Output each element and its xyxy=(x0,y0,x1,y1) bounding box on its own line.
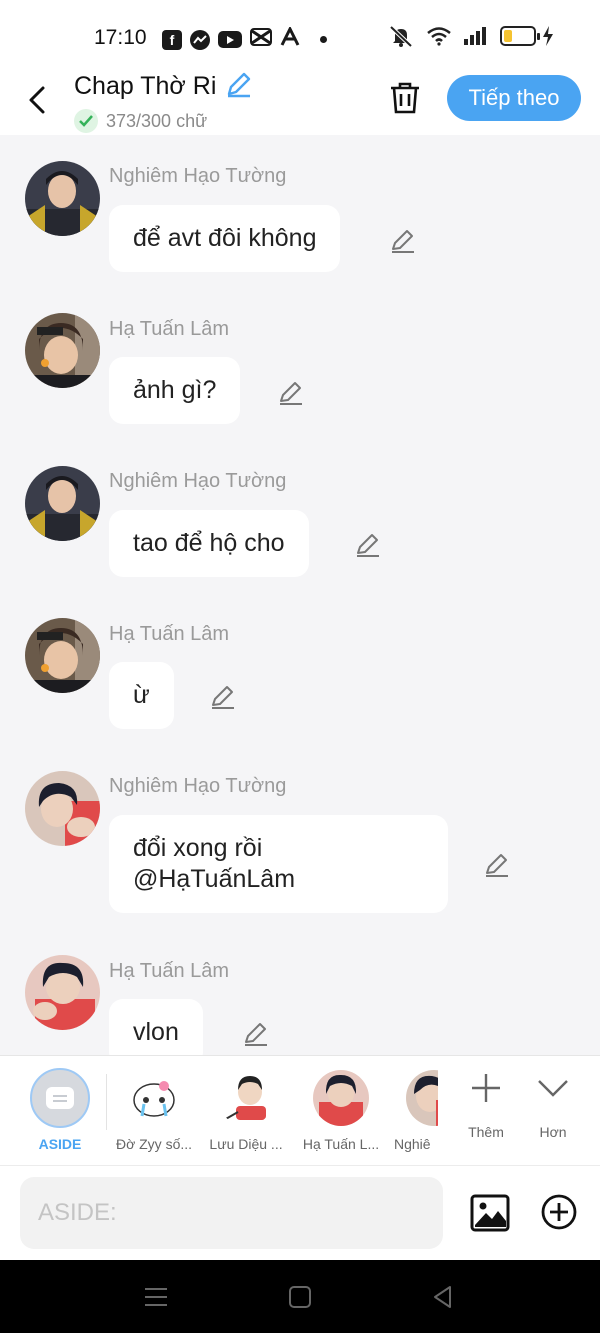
avatar[interactable] xyxy=(25,313,100,388)
character-avatar xyxy=(313,1070,369,1126)
edit-pencil-icon[interactable] xyxy=(277,379,305,407)
sender-name: Hạ Tuấn Lâm xyxy=(109,623,230,645)
trash-icon xyxy=(391,82,419,114)
avatar[interactable] xyxy=(25,771,100,846)
app-a-icon xyxy=(280,25,300,52)
chapter-title[interactable]: Chap Thờ Ri xyxy=(74,72,216,101)
status-indicators xyxy=(388,25,554,47)
composer xyxy=(0,1165,600,1260)
wifi-icon xyxy=(427,27,451,46)
divider xyxy=(106,1074,107,1130)
notification-icons: f xyxy=(162,25,327,52)
message-bubble[interactable]: ừ xyxy=(109,662,174,729)
facebook-icon: f xyxy=(162,29,182,50)
character-item[interactable]: Hạ Tuấn L... xyxy=(296,1056,386,1166)
messenger-icon xyxy=(190,29,210,50)
avatar[interactable] xyxy=(25,618,100,693)
youtube-icon xyxy=(218,31,242,48)
character-name: Đờ Zyy số... xyxy=(115,1136,193,1152)
edit-pencil-icon[interactable] xyxy=(209,683,237,711)
message-bubble[interactable]: tao để hộ cho xyxy=(109,510,309,577)
aside-tab[interactable]: ASIDE xyxy=(0,1056,120,1166)
character-name: Nghiê xyxy=(394,1136,431,1152)
sender-name: Nghiêm Hạo Tường xyxy=(109,165,287,187)
menu-nav-icon[interactable] xyxy=(143,1284,169,1310)
word-counter: 373/300 chữ xyxy=(74,109,253,133)
back-button[interactable] xyxy=(22,80,52,120)
more-notifications-dot xyxy=(320,36,327,43)
edit-pencil-icon[interactable] xyxy=(389,227,417,255)
editor-header: Chap Thờ Ri 373/300 chữ Tiếp theo xyxy=(0,70,600,135)
add-content-button[interactable] xyxy=(540,1193,578,1231)
character-avatar xyxy=(126,1070,182,1126)
mute-bell-icon xyxy=(389,25,413,47)
message-list: Nghiêm Hạo Tường để avt đôi không Hạ Tuấ… xyxy=(0,135,600,1055)
avatar[interactable] xyxy=(25,955,100,1030)
status-time: 17:10 xyxy=(94,26,147,49)
system-nav-bar xyxy=(0,1260,600,1333)
chevron-down-icon xyxy=(538,1080,568,1097)
plus-icon xyxy=(472,1074,500,1102)
plus-circle-icon xyxy=(541,1194,577,1230)
edit-title-button[interactable] xyxy=(225,70,253,103)
image-icon xyxy=(470,1194,510,1232)
status-bar: 17:10 f xyxy=(0,0,600,70)
next-button[interactable]: Tiếp theo xyxy=(447,75,581,121)
insert-image-button[interactable] xyxy=(470,1193,510,1233)
character-item[interactable]: Lưu Diệu ... xyxy=(200,1056,292,1166)
character-item[interactable]: Nghiê xyxy=(390,1056,438,1166)
battery-icon xyxy=(500,26,540,46)
character-name: Hạ Tuấn L... xyxy=(302,1136,380,1152)
message-bubble[interactable]: đổi xong rồi @HạTuấnLâm xyxy=(109,815,448,913)
avatar[interactable] xyxy=(25,161,100,236)
message-text-line: đổi xong rồi xyxy=(133,834,263,862)
edit-pencil-icon[interactable] xyxy=(242,1020,270,1048)
expand-label: Hơn xyxy=(539,1124,567,1140)
edit-pencil-icon[interactable] xyxy=(483,851,511,879)
check-icon xyxy=(74,109,98,133)
character-avatar xyxy=(218,1070,274,1126)
signal-icon xyxy=(464,27,486,45)
character-switcher: ASIDE Đờ Zyy số... Lưu Diệu ... Hạ Tuấn … xyxy=(0,1055,600,1165)
message-bubble[interactable]: ảnh gì? xyxy=(109,357,241,424)
aside-label: ASIDE xyxy=(38,1136,82,1152)
message-bubble[interactable]: vlon xyxy=(109,999,203,1055)
sender-name: Hạ Tuấn Lâm xyxy=(109,960,230,982)
character-avatar xyxy=(406,1070,438,1126)
message-text-line: @HạTuấnLâm xyxy=(133,865,296,893)
sender-name: Nghiêm Hạo Tường xyxy=(109,470,287,492)
aside-icon xyxy=(30,1068,90,1128)
edit-pencil-icon[interactable] xyxy=(354,531,382,559)
home-nav-icon[interactable] xyxy=(287,1284,313,1310)
aside-input[interactable] xyxy=(20,1177,443,1249)
word-count: 373/300 chữ xyxy=(106,110,208,131)
character-name: Lưu Diệu ... xyxy=(209,1136,283,1152)
avatar[interactable] xyxy=(25,466,100,541)
capcut-icon xyxy=(250,27,272,52)
chevron-left-icon xyxy=(29,86,45,114)
pencil-icon xyxy=(227,72,251,98)
delete-button[interactable] xyxy=(388,78,422,118)
expand-button[interactable]: Hơn xyxy=(525,1056,581,1166)
battery-level xyxy=(504,30,512,42)
charging-bolt-icon xyxy=(543,26,553,46)
more-label: Thêm xyxy=(468,1124,504,1140)
sender-name: Hạ Tuấn Lâm xyxy=(109,318,230,340)
add-character-button[interactable]: Thêm xyxy=(458,1056,514,1166)
back-nav-icon[interactable] xyxy=(430,1284,456,1310)
title-block: Chap Thờ Ri 373/300 chữ xyxy=(74,70,253,133)
sender-name: Nghiêm Hạo Tường xyxy=(109,775,287,797)
message-bubble[interactable]: để avt đôi không xyxy=(109,205,341,272)
character-item[interactable]: Đờ Zyy số... xyxy=(108,1056,200,1166)
